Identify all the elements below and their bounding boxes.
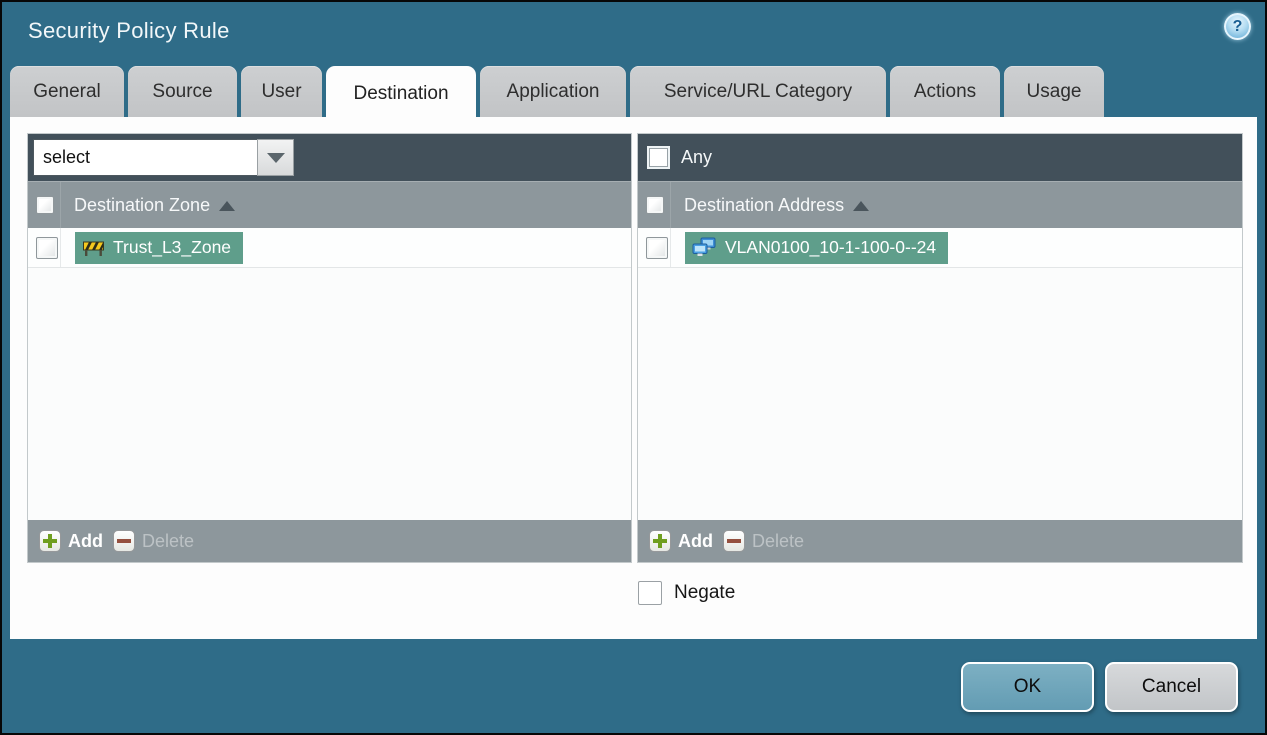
destination-zone-panel: Destination Zone — [27, 133, 632, 563]
sort-asc-icon — [219, 201, 236, 211]
destination-tab-content: Destination Zone — [10, 117, 1257, 639]
address-row-checkbox[interactable] — [646, 236, 668, 259]
zone-icon — [83, 241, 104, 256]
add-address-button[interactable]: Add — [649, 530, 713, 552]
zone-select-all-checkbox[interactable] — [36, 196, 54, 214]
page-title: Security Policy Rule — [28, 18, 230, 43]
add-zone-button[interactable]: Add — [39, 530, 103, 552]
address-column-header-label[interactable]: Destination Address — [684, 194, 870, 216]
address-select-all-checkbox[interactable] — [646, 196, 664, 214]
address-panel-topbar: Any — [638, 134, 1242, 181]
delete-zone-button[interactable]: Delete — [113, 530, 194, 552]
destination-address-panel: Any Destination Address VLAN0100_10-1-10… — [637, 133, 1243, 563]
table-row[interactable]: Trust_L3_Zone — [28, 228, 631, 268]
add-icon — [649, 530, 671, 552]
zone-row-checkbox[interactable] — [36, 236, 58, 259]
tab-application[interactable]: Application — [480, 66, 626, 117]
title-bar: Security Policy Rule ? — [2, 2, 1265, 64]
zone-column-header-text: Destination Zone — [74, 194, 211, 215]
tab-user[interactable]: User — [241, 66, 322, 117]
add-icon — [39, 530, 61, 552]
zone-panel-topbar — [28, 134, 631, 181]
negate-label: Negate — [674, 582, 736, 603]
delete-icon — [113, 530, 135, 552]
tab-service-url-category[interactable]: Service/URL Category — [630, 66, 886, 117]
tab-bar: General Source User Destination Applicat… — [10, 66, 1104, 121]
add-zone-label: Add — [68, 530, 103, 551]
security-policy-rule-dialog: Security Policy Rule ? General Source Us… — [2, 2, 1265, 733]
chevron-down-icon — [266, 152, 285, 163]
zone-select-dropdown-button[interactable] — [257, 139, 294, 176]
zone-select-combo — [33, 139, 294, 176]
zone-column-header-label[interactable]: Destination Zone — [74, 194, 236, 216]
delete-zone-label: Delete — [142, 530, 195, 551]
address-chip[interactable]: VLAN0100_10-1-100-0--24 — [685, 231, 949, 264]
zone-list: Trust_L3_Zone — [28, 228, 631, 520]
tab-destination[interactable]: Destination — [326, 66, 476, 121]
table-row[interactable]: VLAN0100_10-1-100-0--24 — [638, 228, 1242, 268]
address-toolbar: Add Delete — [638, 520, 1242, 562]
delete-address-label: Delete — [752, 530, 805, 551]
address-list: VLAN0100_10-1-100-0--24 — [638, 228, 1242, 520]
add-address-label: Add — [678, 530, 713, 551]
ok-button[interactable]: OK — [961, 662, 1094, 712]
help-icon[interactable]: ? — [1224, 13, 1251, 40]
tab-source[interactable]: Source — [128, 66, 237, 117]
zone-chip-label: Trust_L3_Zone — [113, 237, 232, 257]
delete-icon — [723, 530, 745, 552]
any-checkbox[interactable] — [647, 146, 670, 169]
negate-checkbox[interactable] — [638, 581, 662, 605]
zone-select-input[interactable] — [33, 139, 257, 176]
delete-address-button[interactable]: Delete — [723, 530, 804, 552]
cancel-button[interactable]: Cancel — [1105, 662, 1238, 712]
address-column-header-text: Destination Address — [684, 194, 845, 215]
zone-column-header: Destination Zone — [28, 181, 631, 228]
negate-option: Negate — [638, 581, 735, 605]
tab-actions[interactable]: Actions — [890, 66, 1000, 117]
any-label: Any — [681, 147, 713, 167]
address-column-header: Destination Address — [638, 181, 1242, 228]
tab-general[interactable]: General — [10, 66, 124, 117]
zone-chip[interactable]: Trust_L3_Zone — [75, 231, 244, 264]
address-icon — [692, 237, 716, 256]
zone-toolbar: Add Delete — [28, 520, 631, 562]
tab-usage[interactable]: Usage — [1004, 66, 1104, 117]
sort-asc-icon — [853, 201, 870, 211]
address-chip-label: VLAN0100_10-1-100-0--24 — [725, 237, 937, 257]
